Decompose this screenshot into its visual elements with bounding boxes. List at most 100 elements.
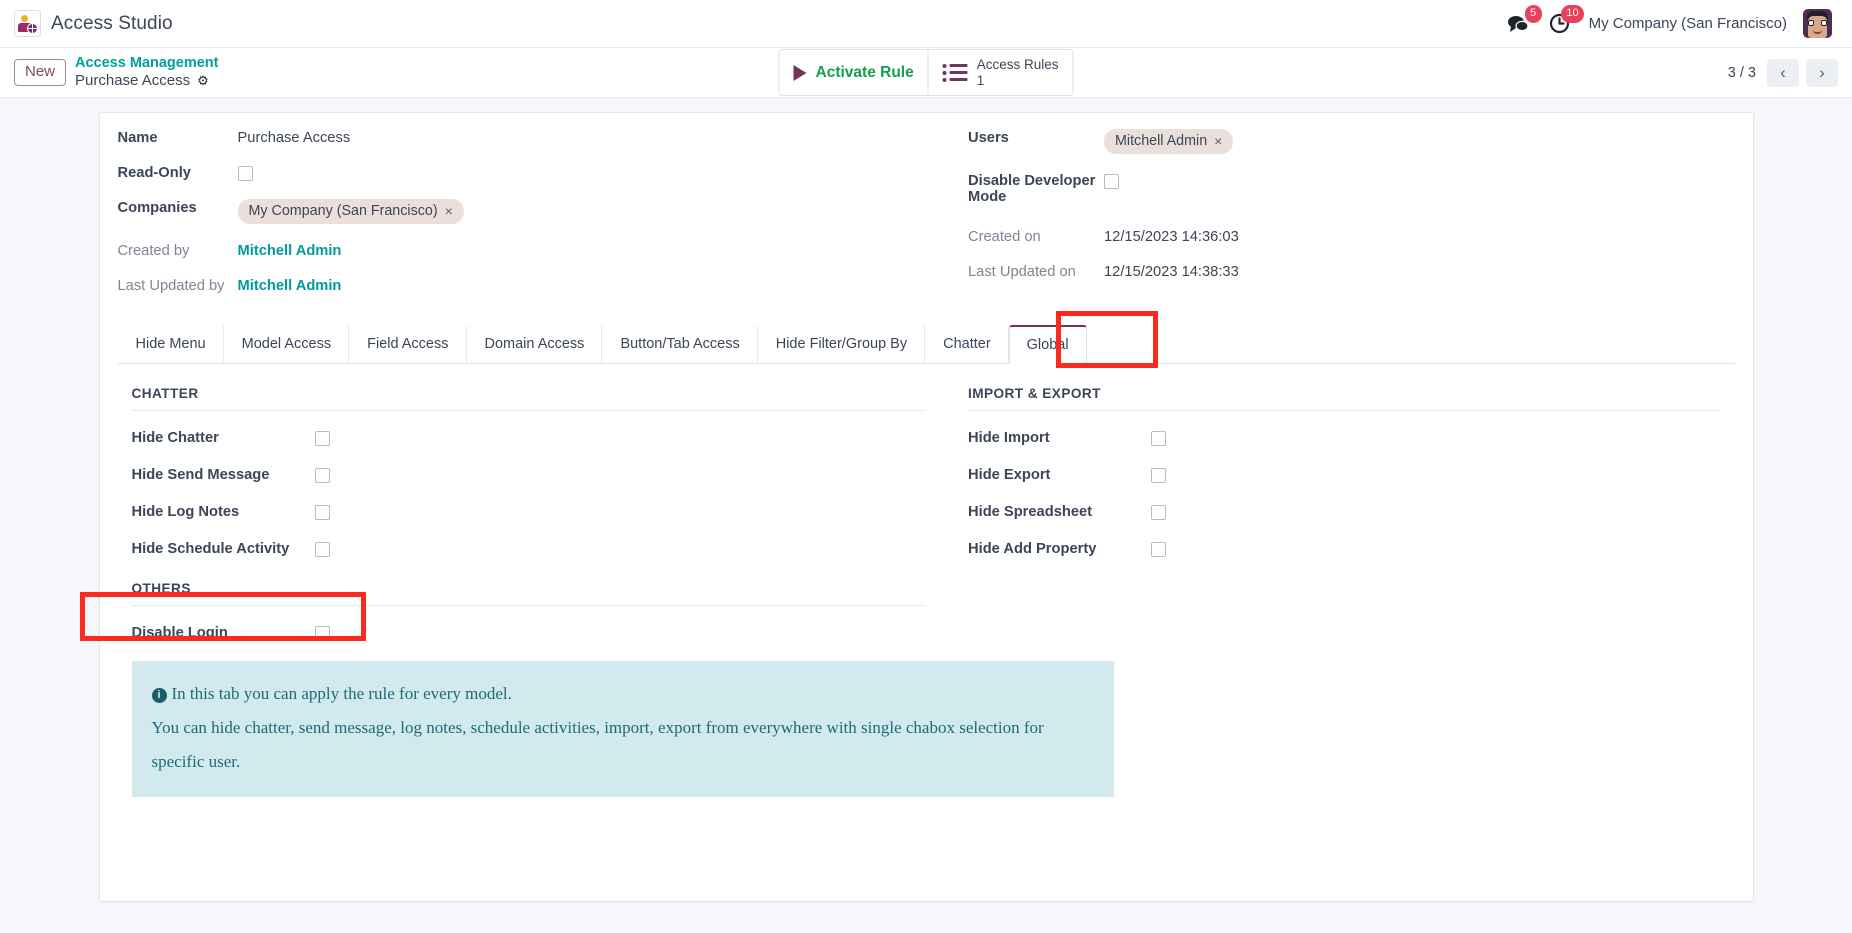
read-only-checkbox[interactable] <box>238 166 253 181</box>
tab-domain-access[interactable]: Domain Access <box>467 325 603 364</box>
tab-field-access[interactable]: Field Access <box>349 325 466 364</box>
chatter-item-label: Hide Chatter <box>132 430 315 446</box>
global-tab-page: CHATTER Hide Chatter Hide Send Message Hid… <box>118 364 1735 577</box>
activate-rule-label: Activate Rule <box>816 64 914 82</box>
pager-count: 3 / 3 <box>1728 65 1756 81</box>
field-last-updated-on-value: 12/15/2023 14:38:33 <box>1104 263 1239 280</box>
tab-hide-menu[interactable]: Hide Menu <box>118 325 224 364</box>
clock-icon[interactable]: 10 <box>1547 11 1573 37</box>
field-disable-developer-mode: Disable Developer Mode <box>968 172 1735 205</box>
disable-developer-mode-checkbox[interactable] <box>1104 174 1119 189</box>
field-read-only: Read-Only <box>118 164 927 181</box>
field-created-by: Created by Mitchell Admin <box>118 242 927 259</box>
field-disable-developer-mode-label: Disable Developer Mode <box>968 172 1104 205</box>
companies-tag-label: My Company (San Francisco) <box>249 203 438 219</box>
chatter-section: CHATTER Hide Chatter Hide Send Message Hid… <box>132 386 927 577</box>
access-rules-count: 1 <box>977 73 1059 89</box>
chatter-item-row: Hide Chatter <box>132 429 927 446</box>
field-created-by-label: Created by <box>118 242 238 259</box>
import-export-section-title: IMPORT & EXPORT <box>968 386 1721 411</box>
play-icon <box>794 65 807 81</box>
field-name-value[interactable]: Purchase Access <box>238 129 351 146</box>
form-fields: Name Purchase Access Read-Only Companies… <box>118 129 1735 312</box>
tab-model-access[interactable]: Model Access <box>224 325 349 364</box>
control-panel: New Access Management Purchase Access ⚙ … <box>0 48 1852 98</box>
import-item-row: Hide Spreadsheet <box>968 503 1721 520</box>
breadcrumb-current-label: Purchase Access <box>75 72 190 90</box>
import-item-row: Hide Add Property <box>968 540 1721 557</box>
hide-schedule-activity-checkbox[interactable] <box>315 542 330 557</box>
hide-log-notes-checkbox[interactable] <box>315 505 330 520</box>
info-alert-line-1: iIn this tab you can apply the rule for … <box>152 677 1094 711</box>
activate-rule-button[interactable]: Activate Rule <box>780 50 928 95</box>
field-last-updated-by-value[interactable]: Mitchell Admin <box>238 277 342 294</box>
tab-label: Domain Access <box>485 336 585 352</box>
tab-label: Field Access <box>367 336 448 352</box>
field-companies-label: Companies <box>118 199 238 216</box>
breadcrumb-parent[interactable]: Access Management <box>75 55 218 72</box>
import-item-row: Hide Export <box>968 466 1721 483</box>
hide-chatter-checkbox[interactable] <box>315 431 330 446</box>
field-last-updated-by: Last Updated by Mitchell Admin <box>118 277 927 294</box>
others-section-title: OTHERS <box>132 581 927 606</box>
sheet-wrapper: Name Purchase Access Read-Only Companies… <box>0 98 1852 902</box>
import-item-label: Hide Export <box>968 467 1151 483</box>
access-studio-icon <box>14 10 41 37</box>
import-item-label: Hide Add Property <box>968 541 1151 557</box>
others-item-row: Disable Login <box>132 624 927 641</box>
breadcrumb-current: Purchase Access ⚙ <box>75 72 218 90</box>
field-last-updated-on: Last Updated on 12/15/2023 14:38:33 <box>968 263 1735 280</box>
users-tag-label: Mitchell Admin <box>1115 133 1207 149</box>
status-badge: New <box>14 59 66 86</box>
gear-icon[interactable]: ⚙ <box>197 73 209 88</box>
chatter-item-row: Hide Schedule Activity <box>132 540 927 557</box>
chatter-item-row: Hide Log Notes <box>132 503 927 520</box>
tab-button-tab-access[interactable]: Button/Tab Access <box>602 325 757 364</box>
field-users-label: Users <box>968 129 1104 146</box>
close-icon[interactable]: × <box>1214 133 1222 149</box>
tab-global[interactable]: Global <box>1009 325 1087 364</box>
field-created-on: Created on 12/15/2023 14:36:03 <box>968 228 1735 245</box>
tab-label: Button/Tab Access <box>620 336 739 352</box>
form-left-column: Name Purchase Access Read-Only Companies… <box>118 129 927 312</box>
import-export-section: IMPORT & EXPORT Hide Import Hide Export Hi… <box>926 386 1721 577</box>
hide-import-checkbox[interactable] <box>1151 431 1166 446</box>
users-tag[interactable]: Mitchell Admin × <box>1104 129 1233 154</box>
chat-bubble-icon[interactable]: 5 <box>1505 11 1531 37</box>
app-brand[interactable]: Access Studio <box>14 10 173 37</box>
hide-export-checkbox[interactable] <box>1151 468 1166 483</box>
chevron-left-icon[interactable]: ‹ <box>1767 59 1799 87</box>
close-icon[interactable]: × <box>445 203 453 219</box>
tab-label: Model Access <box>242 336 331 352</box>
hide-add-property-checkbox[interactable] <box>1151 542 1166 557</box>
company-selector[interactable]: My Company (San Francisco) <box>1589 15 1787 32</box>
import-item-label: Hide Import <box>968 430 1151 446</box>
chatter-section-title: CHATTER <box>132 386 927 411</box>
info-alert-text-1: In this tab you can apply the rule for e… <box>172 684 512 703</box>
top-navbar: Access Studio 5 10 My Company (San Franc… <box>0 0 1852 48</box>
tab-chatter[interactable]: Chatter <box>925 325 1009 364</box>
tab-label: Global <box>1027 337 1069 353</box>
others-section: OTHERS Disable Login <box>132 581 927 641</box>
record-form-sheet: Name Purchase Access Read-Only Companies… <box>99 112 1754 902</box>
field-read-only-label: Read-Only <box>118 164 238 181</box>
tab-label: Hide Filter/Group By <box>776 336 907 352</box>
field-created-on-label: Created on <box>968 228 1104 245</box>
hide-spreadsheet-checkbox[interactable] <box>1151 505 1166 520</box>
tab-hide-filter-group-by[interactable]: Hide Filter/Group By <box>758 325 925 364</box>
chatter-item-row: Hide Send Message <box>132 466 927 483</box>
app-title: Access Studio <box>51 13 173 35</box>
field-created-by-value[interactable]: Mitchell Admin <box>238 242 342 259</box>
notebook-tabs: Hide Menu Model Access Field Access Domain … <box>118 324 1735 364</box>
disable-login-checkbox[interactable] <box>315 626 330 641</box>
control-panel-buttons: Activate Rule Access Rules 1 <box>779 49 1074 96</box>
others-item-label: Disable Login <box>132 625 315 641</box>
breadcrumb: New Access Management Purchase Access ⚙ <box>14 55 218 90</box>
chevron-right-icon[interactable]: › <box>1806 59 1838 87</box>
hide-send-message-checkbox[interactable] <box>315 468 330 483</box>
companies-tag[interactable]: My Company (San Francisco) × <box>238 199 464 224</box>
access-rules-button[interactable]: Access Rules 1 <box>928 50 1073 95</box>
others-wrapper: OTHERS Disable Login <box>118 581 1735 641</box>
avatar[interactable] <box>1803 9 1832 38</box>
pager: 3 / 3 ‹ › <box>1728 59 1838 87</box>
